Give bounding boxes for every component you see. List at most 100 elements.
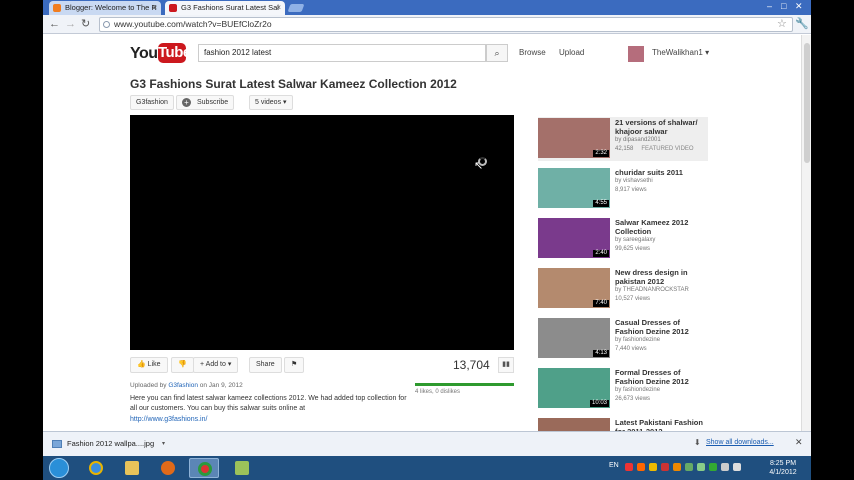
add-to-button[interactable]: + Add to ▾ [193, 357, 239, 373]
view-count-text: 10,527 views [615, 296, 651, 302]
related-video-title[interactable]: Formal Dresses of Fashion Dezine 2012 [615, 368, 707, 386]
video-duration: 10:03 [589, 400, 609, 407]
back-icon[interactable]: ← [49, 17, 60, 31]
username-menu[interactable]: TheWalikhan1 ▾ [652, 48, 709, 57]
videos-dropdown[interactable]: 5 videos ▾ [249, 95, 293, 110]
show-all-downloads-link[interactable]: Show all downloads... [706, 439, 774, 446]
dislike-button[interactable]: 👎 [171, 357, 194, 373]
volume-icon[interactable] [733, 463, 741, 471]
subscribe-button[interactable]: + Subscribe [176, 95, 235, 110]
video-player[interactable]: ↖ [130, 115, 514, 350]
tray-icon[interactable] [685, 463, 693, 471]
video-thumbnail[interactable]: 7:40 [538, 268, 610, 308]
thumbs-down-icon: 👎 [178, 361, 187, 368]
add-to-label: Add to [205, 361, 226, 368]
stats-button[interactable]: ▮▮ [498, 357, 514, 373]
tray-icon[interactable] [709, 463, 717, 471]
related-video-title[interactable]: Latest Pakistani Fashion for 2011-2012 [615, 418, 707, 431]
related-video-author: by vishavsethi [615, 178, 653, 184]
reload-icon[interactable]: ↻ [81, 17, 90, 31]
logo-you: You [130, 45, 158, 62]
related-video-item[interactable]: 10:03 Formal Dresses of Fashion Dezine 20… [538, 367, 708, 411]
uploaded-prefix: Uploaded by [130, 382, 167, 389]
new-tab-button[interactable] [287, 4, 305, 12]
scrollbar-thumb[interactable] [804, 43, 810, 163]
taskbar-ie[interactable] [81, 458, 111, 478]
related-video-title[interactable]: Salwar Kameez 2012 Collection [615, 218, 707, 236]
video-thumbnail[interactable]: 2:32 [538, 118, 610, 158]
maximize-icon[interactable]: □ [781, 0, 786, 13]
close-window-icon[interactable]: ✕ [795, 0, 803, 13]
search-icon: ⌕ [494, 48, 500, 58]
clock-date: 4/1/2012 [769, 469, 797, 476]
video-duration: 2:40 [593, 250, 609, 257]
start-button[interactable] [49, 458, 69, 478]
related-video-title[interactable]: churidar suits 2011 [615, 168, 707, 177]
taskbar-app[interactable] [227, 458, 257, 478]
close-icon[interactable]: × [276, 1, 281, 15]
related-video-title[interactable]: 21 versions of shalwar/ khajoor salwar [615, 118, 707, 136]
taskbar-media-player[interactable] [153, 458, 183, 478]
wrench-icon[interactable]: 🔧 [795, 17, 809, 30]
related-video-item[interactable]: 2:40 Salwar Kameez 2012 Collection by sare… [538, 217, 708, 261]
related-video-views: 10,527 views [615, 296, 650, 302]
globe-icon [103, 21, 110, 28]
address-bar[interactable]: www.youtube.com/watch?v=BUEfCloZr2o [99, 17, 793, 32]
tab-youtube[interactable]: G3 Fashions Surat Latest Sal × [165, 1, 285, 15]
description-link[interactable]: http://www.g3fashions.in/ [130, 416, 207, 423]
clock[interactable]: 8:25 PM 4/1/2012 [765, 459, 801, 477]
bar-chart-icon: ▮▮ [502, 361, 510, 368]
forward-icon[interactable]: → [65, 17, 76, 31]
close-icon[interactable]: ✕ [795, 437, 803, 448]
video-thumbnail[interactable] [538, 418, 610, 431]
video-thumbnail[interactable]: 4:13 [538, 318, 610, 358]
like-button[interactable]: 👍 Like [130, 357, 168, 373]
upload-link[interactable]: Upload [559, 48, 584, 57]
related-video-author: by fashiondezine [615, 337, 661, 343]
language-indicator[interactable]: EN [609, 462, 619, 469]
minimize-icon[interactable]: – [767, 0, 772, 13]
tray-icon[interactable] [697, 463, 705, 471]
uploader-link[interactable]: G3fashion [168, 382, 198, 389]
channel-button[interactable]: G3fashion [130, 95, 174, 110]
url-text: www.youtube.com/watch?v=BUEfCloZr2o [114, 19, 272, 29]
avatar[interactable] [628, 46, 644, 62]
related-video-title[interactable]: New dress design in pakistan 2012 [615, 268, 707, 286]
toolbar: ← → ↻ www.youtube.com/watch?v=BUEfCloZr2… [43, 15, 811, 34]
related-video-item[interactable]: 2:32 21 versions of shalwar/ khajoor salw… [538, 117, 708, 161]
browse-link[interactable]: Browse [519, 48, 546, 57]
flag-button[interactable]: ⚑ [284, 357, 305, 373]
network-icon[interactable] [721, 463, 729, 471]
related-video-title[interactable]: Casual Dresses of Fashion Dezine 2012 [615, 318, 707, 336]
search-input[interactable]: fashion 2012 latest [198, 44, 486, 62]
video-thumbnail[interactable]: 4:55 [538, 168, 610, 208]
video-thumbnail[interactable]: 2:40 [538, 218, 610, 258]
tray-icon[interactable] [661, 463, 669, 471]
blogger-icon [53, 4, 61, 12]
browser-window: Blogger: Welcome to The R × G3 Fashions … [43, 0, 811, 480]
search-button[interactable]: ⌕ [486, 44, 508, 62]
video-thumbnail[interactable]: 10:03 [538, 368, 610, 408]
tray-icon[interactable] [649, 463, 657, 471]
share-button[interactable]: Share [249, 357, 282, 373]
tray-icon[interactable] [637, 463, 645, 471]
bookmark-star-icon[interactable]: ☆ [777, 17, 787, 30]
taskbar-explorer[interactable] [117, 458, 147, 478]
related-video-item[interactable]: 7:40 New dress design in pakistan 2012 by … [538, 267, 708, 311]
taskbar-chrome[interactable] [189, 458, 219, 478]
tray-icon[interactable] [625, 463, 633, 471]
related-video-author: by THEADNANROCKSTAR [615, 287, 689, 293]
tab-label: G3 Fashions Surat Latest Sal [181, 3, 279, 12]
related-video-item[interactable]: 4:55 churidar suits 2011 by vishavsethi 8,9… [538, 167, 708, 211]
video-duration: 4:13 [593, 350, 609, 357]
close-icon[interactable]: × [152, 1, 157, 15]
chevron-down-icon[interactable]: ▾ [162, 435, 165, 453]
vertical-scrollbar[interactable] [801, 35, 811, 431]
tab-blogger[interactable]: Blogger: Welcome to The R × [49, 1, 161, 15]
tray-icon[interactable] [673, 463, 681, 471]
related-video-item[interactable]: Latest Pakistani Fashion for 2011-2012 [538, 417, 708, 431]
related-video-item[interactable]: 4:13 Casual Dresses of Fashion Dezine 201… [538, 317, 708, 361]
internet-explorer-icon [89, 461, 103, 475]
download-item[interactable]: Fashion 2012 wallpa....jpg ▾ [49, 435, 167, 453]
video-title: G3 Fashions Surat Latest Salwar Kameez C… [130, 77, 457, 91]
